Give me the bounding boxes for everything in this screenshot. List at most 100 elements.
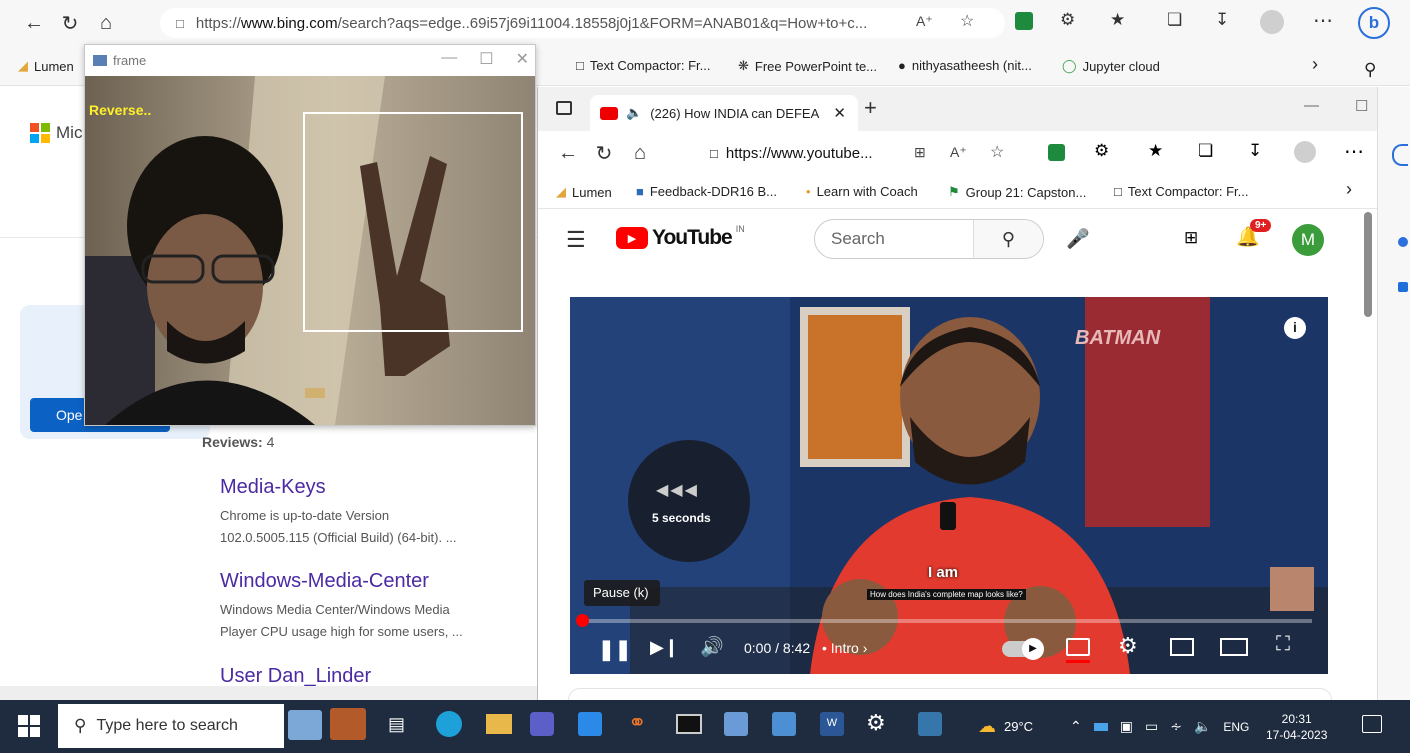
refresh-icon[interactable]: ↻ <box>586 135 622 171</box>
fav-text-compactor[interactable]: □ Text Compactor: Fr... <box>576 58 711 73</box>
weather-widget[interactable]: ☁ 29°C <box>978 700 1033 753</box>
new-tab-icon[interactable]: + <box>864 95 877 121</box>
result-title[interactable]: User Dan_Linder <box>220 665 371 688</box>
favorites-icon[interactable]: ★ <box>1110 10 1125 30</box>
taskbar-news-icon[interactable] <box>288 710 322 740</box>
tray-overflow-chevron-icon[interactable]: ⌃ <box>1070 718 1082 735</box>
extension-icon[interactable] <box>1048 144 1065 161</box>
more-menu-icon[interactable]: ⋯ <box>1344 139 1364 164</box>
taskbar-briefcase-icon[interactable] <box>330 708 366 740</box>
taskbar-python-icon[interactable] <box>918 712 942 736</box>
captions-icon[interactable] <box>1066 638 1090 656</box>
theater-mode-icon[interactable] <box>1220 638 1248 656</box>
progress-track[interactable] <box>582 619 1312 623</box>
taskbar-teams-icon[interactable] <box>530 712 554 736</box>
windows-start-icon[interactable] <box>18 715 40 737</box>
autoplay-toggle[interactable]: ▶ <box>1002 638 1044 660</box>
collections-icon[interactable]: ❏ <box>1198 141 1213 161</box>
search-button[interactable]: ⚲ <box>973 220 1043 258</box>
language-indicator[interactable]: ENG <box>1223 720 1249 734</box>
extensions-puzzle-icon[interactable]: ⚙ <box>1094 141 1109 161</box>
onedrive-icon[interactable] <box>1093 722 1108 731</box>
tab-close-icon[interactable]: ✕ <box>833 104 846 122</box>
progress-scrubber[interactable] <box>576 614 589 627</box>
result-title[interactable]: Windows-Media-Center <box>220 570 429 593</box>
downloads-icon[interactable]: ↧ <box>1248 141 1262 161</box>
pause-icon[interactable]: ❚❚ <box>598 637 632 662</box>
youtube-logo[interactable]: ▶ YouTube IN <box>616 224 745 250</box>
frame-titlebar[interactable]: frame — ☐ ✕ <box>85 45 535 76</box>
youtube-search-input[interactable]: Search ⚲ <box>814 219 1044 259</box>
minimize-icon[interactable]: — <box>441 49 457 69</box>
sidebar-app-icon[interactable] <box>1398 282 1408 292</box>
home-icon[interactable]: ⌂ <box>622 135 658 171</box>
taskbar-search-box[interactable]: ⚲ Type here to search <box>58 704 284 748</box>
fav-lumen[interactable]: ◢ Lumen <box>556 184 612 200</box>
fav-text-compactor[interactable]: □ Text Compactor: Fr... <box>1114 184 1249 199</box>
profile-avatar[interactable] <box>1294 141 1316 163</box>
hamburger-menu-icon[interactable]: ☰ <box>566 227 586 253</box>
wifi-icon[interactable]: ∻ <box>1170 718 1182 735</box>
taskbar-photos-icon[interactable] <box>772 712 796 736</box>
extension-icon[interactable] <box>1015 12 1033 30</box>
task-view-icon[interactable]: ▤ <box>388 714 405 735</box>
favbar-more-chevron-icon[interactable]: › <box>1346 179 1352 200</box>
taskbar-app-icon[interactable] <box>724 712 748 736</box>
read-aloud-icon[interactable]: A⁺ <box>916 13 933 30</box>
favorite-star-icon[interactable]: ☆ <box>990 142 1004 162</box>
back-icon[interactable]: ← <box>16 5 52 41</box>
account-avatar[interactable]: M <box>1292 224 1324 256</box>
clock[interactable]: 20:31 17-04-2023 <box>1266 700 1327 753</box>
app-available-icon[interactable]: ⊞ <box>914 144 926 161</box>
taskbar-settings-icon[interactable]: ⚙ <box>866 710 886 736</box>
taskbar-jupyter-icon[interactable]: ⚭ <box>628 710 646 736</box>
fav-github[interactable]: ● nithyasatheesh (nit... <box>898 58 1032 73</box>
back-icon[interactable]: ← <box>550 135 586 171</box>
favbar-more-chevron-icon[interactable]: › <box>1312 54 1318 75</box>
taskbar-file-explorer-icon[interactable] <box>486 714 512 734</box>
video-player[interactable]: BATMAN i ◀◀◀ 5 seconds How does India's … <box>570 297 1328 674</box>
outer-address-bar[interactable]: □ https://www.bing.com/search?aqs=edge..… <box>160 8 1005 38</box>
fav-free-powerpoint[interactable]: ❋ Free PowerPoint te... <box>738 58 877 74</box>
settings-gear-icon[interactable]: ⚙ <box>1118 633 1138 659</box>
fav-group21[interactable]: ⚑ Group 21: Capston... <box>948 184 1086 200</box>
taskbar-vscode-icon[interactable] <box>578 712 602 736</box>
page-scrollbar[interactable] <box>1364 212 1372 317</box>
downloads-icon[interactable]: ↧ <box>1215 10 1229 30</box>
youtube-address-bar[interactable]: □ https://www.youtube... <box>710 138 890 168</box>
minimize-icon[interactable]: — <box>1304 97 1319 114</box>
fav-lumen[interactable]: ◢ Lumen <box>18 58 74 74</box>
next-icon[interactable]: ▶❙ <box>650 637 679 658</box>
fav-jupyter[interactable]: ◯ Jupyter cloud <box>1062 58 1160 74</box>
sidebar-app-icon[interactable] <box>1398 237 1408 247</box>
volume-icon[interactable]: 🔊 <box>700 635 724 659</box>
close-icon[interactable]: ✕ <box>516 49 529 69</box>
taskbar-edge-icon[interactable] <box>436 711 462 737</box>
sidebar-search-icon[interactable]: ⚲ <box>1364 60 1376 80</box>
profile-avatar[interactable] <box>1260 10 1284 34</box>
home-icon[interactable]: ⌂ <box>88 5 124 41</box>
favorite-star-icon[interactable]: ☆ <box>960 11 974 31</box>
fullscreen-icon[interactable]: ⛶ <box>1276 633 1290 656</box>
more-menu-icon[interactable]: ⋯ <box>1313 8 1333 33</box>
chapter-label[interactable]: • Intro › <box>822 640 867 656</box>
extensions-puzzle-icon[interactable]: ⚙ <box>1060 10 1075 30</box>
bing-chat-sidebar-icon[interactable] <box>1392 144 1408 166</box>
maximize-icon[interactable]: ☐ <box>479 49 493 69</box>
info-icon[interactable]: i <box>1284 317 1306 339</box>
taskbar-terminal-icon[interactable] <box>676 714 702 734</box>
read-aloud-icon[interactable]: A⁺ <box>950 144 967 161</box>
speaker-icon[interactable]: 🔈 <box>1194 718 1211 735</box>
fav-learn-with-coach[interactable]: • Learn with Coach <box>806 184 918 199</box>
battery-icon[interactable]: ▭ <box>1145 718 1158 735</box>
fav-feedback[interactable]: ■ Feedback-DDR16 B... <box>636 184 777 199</box>
taskbar-word-icon[interactable]: W <box>820 712 844 736</box>
refresh-icon[interactable]: ↻ <box>52 5 88 41</box>
tray-app-icon[interactable]: ▣ <box>1120 718 1133 735</box>
maximize-icon[interactable]: ☐ <box>1355 97 1368 115</box>
horizontal-scrollbar[interactable] <box>0 686 537 700</box>
microphone-icon[interactable]: 🎤 <box>1066 227 1090 251</box>
tab-youtube-video[interactable]: 🔈 (226) How INDIA can DEFEA ✕ <box>590 95 858 131</box>
tab-actions-icon[interactable] <box>556 101 572 115</box>
speaker-icon[interactable]: 🔈 <box>626 105 642 121</box>
